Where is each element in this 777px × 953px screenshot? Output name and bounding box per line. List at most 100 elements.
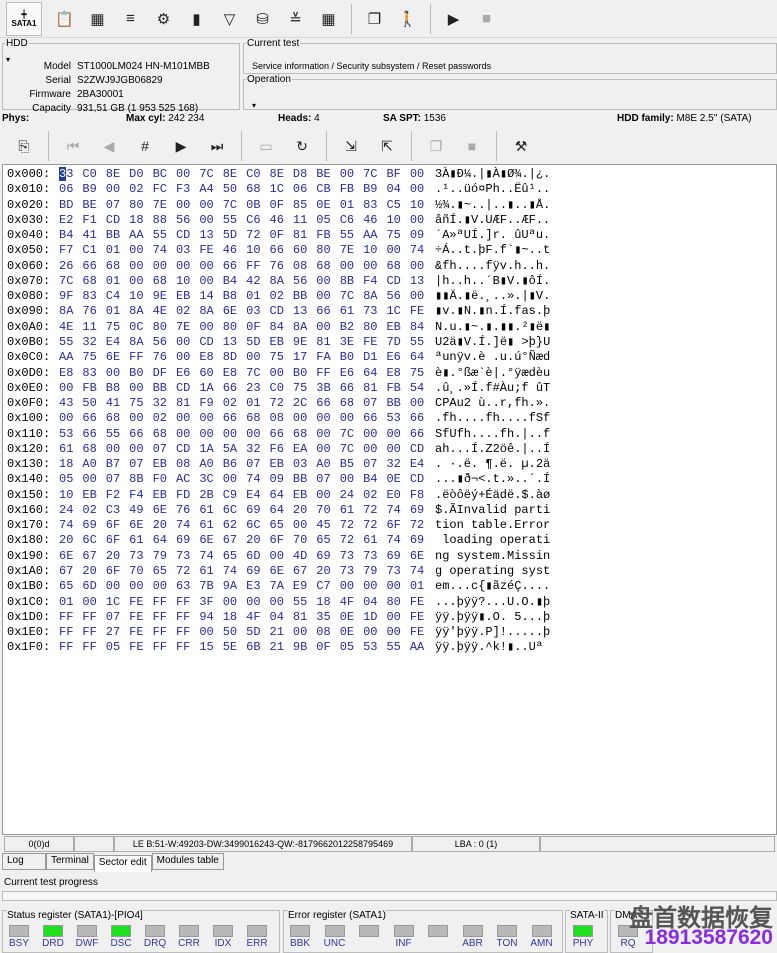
hex-byte[interactable]: 3C xyxy=(199,472,222,487)
binary-icon[interactable]: ≡ xyxy=(114,3,147,35)
hex-byte[interactable]: 76 xyxy=(270,259,293,274)
hex-byte[interactable]: 7C xyxy=(340,442,363,457)
hex-byte[interactable]: F8 xyxy=(410,488,433,503)
hex-byte[interactable]: FF xyxy=(176,625,199,640)
hex-byte[interactable]: FF xyxy=(176,595,199,610)
hex-byte[interactable]: FE xyxy=(410,595,433,610)
hex-byte[interactable]: 00 xyxy=(129,579,152,594)
hex-byte[interactable]: 0F xyxy=(316,640,339,655)
hex-ascii[interactable]: CPAu2 ù..r,fh.». xyxy=(435,396,550,411)
hex-byte[interactable]: C0 xyxy=(246,167,269,182)
hex-byte[interactable]: 00 xyxy=(129,381,152,396)
hex-byte[interactable]: 07 xyxy=(129,457,152,472)
hex-byte[interactable]: 32 xyxy=(153,396,176,411)
hex-byte[interactable]: 73 xyxy=(340,564,363,579)
hex-row[interactable]: 0x190: 6E 67 20 73 79 73 74 65 6D 00 4D 69 73 73 69 6E ng… xyxy=(7,549,550,564)
hex-byte[interactable]: 1C xyxy=(386,304,409,319)
hex-byte[interactable]: 00 xyxy=(223,472,246,487)
hex-byte[interactable]: 49 xyxy=(129,503,152,518)
hex-byte[interactable]: F4 xyxy=(363,274,386,289)
hex-byte[interactable]: 00 xyxy=(106,442,129,457)
hex-byte[interactable]: CD xyxy=(410,472,433,487)
hex-byte[interactable]: 10 xyxy=(176,274,199,289)
hex-byte[interactable]: 7A xyxy=(270,579,293,594)
hex-byte[interactable]: 50 xyxy=(223,625,246,640)
hex-byte[interactable]: 00 xyxy=(246,427,269,442)
hex-byte[interactable]: 00 xyxy=(246,350,269,365)
hex-byte[interactable]: 73 xyxy=(386,564,409,579)
hex-byte[interactable]: 75 xyxy=(82,350,105,365)
hex-byte[interactable]: EB xyxy=(82,488,105,503)
hex-byte[interactable]: 60 xyxy=(293,243,316,258)
hex-byte[interactable]: 00 xyxy=(129,411,152,426)
hex-byte[interactable]: CD xyxy=(410,442,433,457)
hex-byte[interactable]: B2 xyxy=(340,320,363,335)
hex-byte[interactable]: 68 xyxy=(293,427,316,442)
hex-byte[interactable]: 74 xyxy=(386,533,409,548)
hex-byte[interactable]: 60 xyxy=(199,366,222,381)
hex-ascii[interactable]: ªunÿv.è .u.ú°Ñæd xyxy=(435,350,550,365)
hex-byte[interactable]: 02 xyxy=(176,304,199,319)
hex-ascii[interactable]: è▮.°ßæ`è|.°ÿædèu xyxy=(435,366,550,381)
hex-byte[interactable]: 00 xyxy=(199,411,222,426)
hex-byte[interactable]: 24 xyxy=(59,503,82,518)
hex-byte[interactable]: 56 xyxy=(153,335,176,350)
hex-byte[interactable]: CD xyxy=(176,442,199,457)
hex-ascii[interactable]: tion table.Error xyxy=(435,518,550,533)
hex-byte[interactable]: 67 xyxy=(223,533,246,548)
hex-byte[interactable]: 53 xyxy=(59,427,82,442)
hex-byte[interactable]: 00 xyxy=(386,625,409,640)
hex-byte[interactable]: 69 xyxy=(316,549,339,564)
hex-row[interactable]: 0x140: 05 00 07 8B F0 AC 3C 00 74 09 BB 07 00 B4 0E CD..… xyxy=(7,472,550,487)
hex-ascii[interactable]: ÿÿ.þÿÿ.^k!▮..Uª xyxy=(435,640,543,655)
hex-byte[interactable]: 66 xyxy=(82,259,105,274)
hex-byte[interactable]: 00 xyxy=(340,411,363,426)
hex-byte[interactable]: 00 xyxy=(199,320,222,335)
hex-byte[interactable]: 6D xyxy=(82,579,105,594)
hex-byte[interactable]: 1A xyxy=(199,442,222,457)
hex-byte[interactable]: 75 xyxy=(106,320,129,335)
hex-ascii[interactable]: ´A»ªUÍ.]r. ûUªu. xyxy=(435,228,550,243)
hex-ascii[interactable]: ▮▮Ä.▮ë.¸..».|▮V. xyxy=(435,289,550,304)
hex-row[interactable]: 0x1F0: FF FF 05 FE FF FF 15 5E 6B 21 9B 0F 05 53 55 AA ÿÿ… xyxy=(7,640,543,655)
hex-byte[interactable]: 75 xyxy=(410,366,433,381)
hex-byte[interactable]: 70 xyxy=(293,533,316,548)
hex-byte[interactable]: AA xyxy=(363,228,386,243)
hex-ascii[interactable]: |h..h..´B▮V.▮ôÍ. xyxy=(435,274,550,289)
hex-byte[interactable]: 56 xyxy=(386,289,409,304)
hex-byte[interactable]: 4E xyxy=(59,320,82,335)
hex-byte[interactable]: 56 xyxy=(176,213,199,228)
hex-byte[interactable]: 21 xyxy=(270,640,293,655)
hdd-id-icon[interactable]: 📋 xyxy=(48,3,81,35)
hex-byte[interactable]: 00 xyxy=(129,442,152,457)
hex-byte[interactable]: 6C xyxy=(223,503,246,518)
hex-byte[interactable]: E2 xyxy=(59,213,82,228)
hex-byte[interactable]: FF xyxy=(246,259,269,274)
hex-byte[interactable]: 6E xyxy=(106,350,129,365)
hex-byte[interactable]: 61 xyxy=(363,533,386,548)
hex-byte[interactable]: 24 xyxy=(340,488,363,503)
hex-byte[interactable]: 7E xyxy=(340,243,363,258)
hex-byte[interactable]: 00 xyxy=(176,427,199,442)
hex-byte[interactable]: 55 xyxy=(340,228,363,243)
hex-byte[interactable]: 20 xyxy=(316,564,339,579)
hex-byte[interactable]: E8 xyxy=(59,366,82,381)
hex-byte[interactable]: 14 xyxy=(199,289,222,304)
hex-byte[interactable]: 01 xyxy=(59,595,82,610)
hex-byte[interactable]: 72 xyxy=(340,518,363,533)
hex-byte[interactable]: 07 xyxy=(153,442,176,457)
hex-byte[interactable]: 00 xyxy=(410,259,433,274)
hex-byte[interactable]: D1 xyxy=(363,350,386,365)
hex-byte[interactable]: FB xyxy=(386,381,409,396)
hex-byte[interactable]: 56 xyxy=(293,274,316,289)
hex-byte[interactable]: 61 xyxy=(59,442,82,457)
hex-byte[interactable]: 6F xyxy=(386,518,409,533)
hex-byte[interactable]: 61 xyxy=(129,533,152,548)
hex-byte[interactable]: E3 xyxy=(246,579,269,594)
disk-icon[interactable]: ⛁ xyxy=(246,3,279,35)
hex-byte[interactable]: 00 xyxy=(106,182,129,197)
hex-byte[interactable]: 80 xyxy=(316,243,339,258)
hex-byte[interactable]: 53 xyxy=(363,640,386,655)
hex-byte[interactable]: 8A xyxy=(59,304,82,319)
hex-byte[interactable]: E0 xyxy=(386,488,409,503)
